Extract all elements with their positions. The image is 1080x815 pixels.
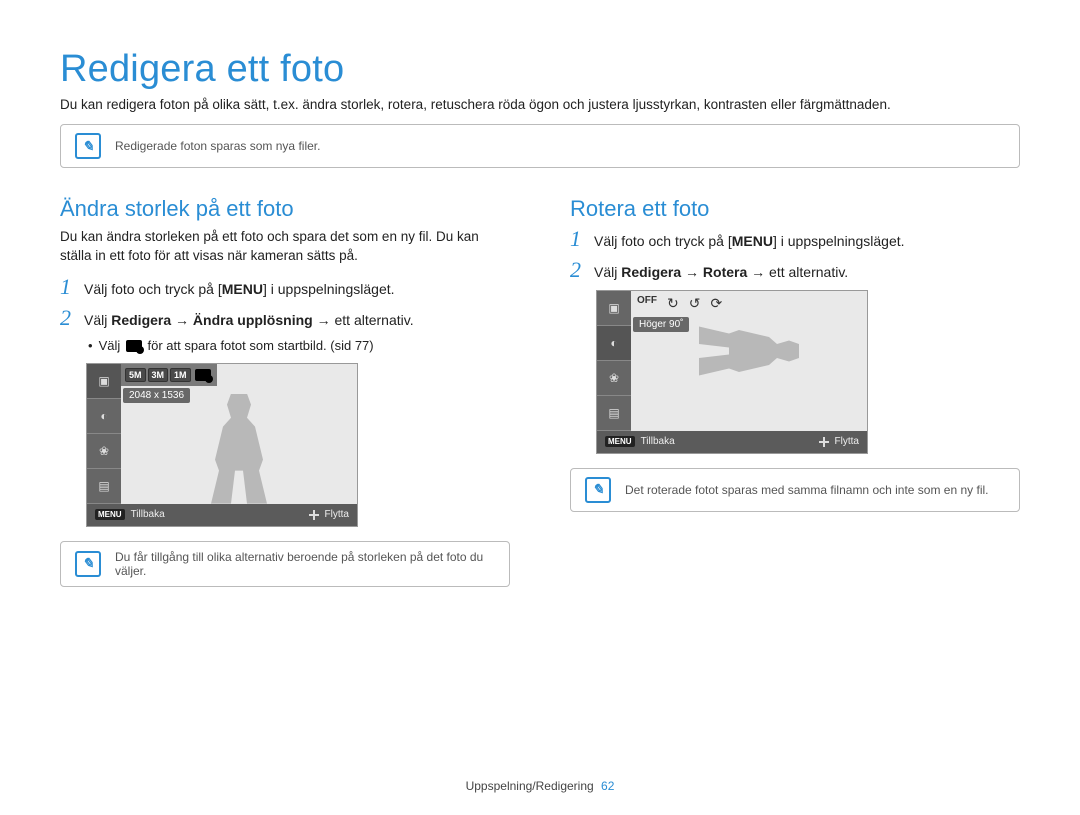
startimage-icon <box>126 340 142 352</box>
left-note: ✎ Du får tillgång till olika alternativ … <box>60 541 510 587</box>
chip: 3M <box>148 368 169 382</box>
lcd-bottombar: MENU Tillbaka Flytta <box>87 504 357 526</box>
nav-icon <box>819 437 829 447</box>
left-step-1: 1 Välj foto och tryck på [MENU] i uppspe… <box>60 276 510 299</box>
lcd-photo-area: 5M 3M 1M 2048 x 1536 <box>121 364 357 504</box>
left-step2-text: Välj Redigera → Ändra upplösning → ett a… <box>84 307 414 330</box>
top-note-text: Redigerade foton sparas som nya filer. <box>115 139 320 153</box>
sidebar-cell: ◐ <box>87 399 121 434</box>
right-step2-text: Välj Redigera → Rotera → ett alternativ. <box>594 259 848 282</box>
lcd-resize: ▣ ◐ ❀ ▤ 5M 3M 1M 2048 x 1536 <box>86 363 358 527</box>
lcd-rotate: ▣ ◐ ❀ ▤ OFF ↻ ↺ ⟳ Höger 90˚ <box>596 290 868 454</box>
top-note: ✎ Redigerade foton sparas som nya filer. <box>60 124 1020 168</box>
lcd-photo-area: OFF ↻ ↺ ⟳ Höger 90˚ <box>631 291 867 431</box>
sidebar-cell: ▤ <box>597 396 631 431</box>
lcd-tooltip: Höger 90˚ <box>633 317 689 332</box>
right-step-1: 1 Välj foto och tryck på [MENU] i uppspe… <box>570 228 1020 251</box>
lcd-topbar: 5M 3M 1M <box>121 364 217 386</box>
back-label: Tillbaka <box>641 436 675 447</box>
step-number: 1 <box>570 228 586 250</box>
left-section-desc: Du kan ändra storleken på ett foto och s… <box>60 228 510 266</box>
lcd-tooltip: 2048 x 1536 <box>123 388 190 403</box>
step-number: 1 <box>60 276 76 298</box>
lcd-bottombar: MENU Tillbaka Flytta <box>597 431 867 453</box>
rotate-off-icon: OFF <box>637 295 657 312</box>
left-section-title: Ändra storlek på ett foto <box>60 196 510 222</box>
step-number: 2 <box>60 307 76 329</box>
right-step1-text: Välj foto och tryck på [MENU] i uppspeln… <box>594 228 905 251</box>
sidebar-cell: ❀ <box>597 361 631 396</box>
menu-label: MENU <box>222 281 263 297</box>
move-label: Flytta <box>325 509 349 520</box>
sidebar-cell: ▤ <box>87 469 121 504</box>
page-footer: Uppspelning/Redigering 62 <box>0 779 1080 793</box>
footer-section: Uppspelning/Redigering <box>466 779 594 793</box>
startimage-icon <box>195 369 211 381</box>
left-bullet: Välj för att spara fotot som startbild. … <box>88 338 510 353</box>
left-column: Ändra storlek på ett foto Du kan ändra s… <box>60 196 510 615</box>
silhouette-icon <box>199 394 279 504</box>
nav-icon <box>309 510 319 520</box>
chip: 1M <box>170 368 191 382</box>
step-number: 2 <box>570 259 586 281</box>
sidebar-cell: ▣ <box>597 291 631 326</box>
rotate-right-icon: ↻ <box>667 295 679 312</box>
note-icon: ✎ <box>585 477 611 503</box>
menu-button-icon: MENU <box>605 436 635 447</box>
sidebar-cell: ▣ <box>87 364 121 399</box>
right-column: Rotera ett foto 1 Välj foto och tryck på… <box>570 196 1020 615</box>
right-note: ✎ Det roterade fotot sparas med samma fi… <box>570 468 1020 512</box>
menu-label: MENU <box>732 233 773 249</box>
right-step-2: 2 Välj Redigera → Rotera → ett alternati… <box>570 259 1020 282</box>
lcd-sidebar: ▣ ◐ ❀ ▤ <box>87 364 121 504</box>
rotate-left-icon: ↺ <box>689 295 701 312</box>
right-note-text: Det roterade fotot sparas med samma filn… <box>625 483 989 497</box>
sidebar-cell: ❀ <box>87 434 121 469</box>
rotate-icons: OFF ↻ ↺ ⟳ <box>637 295 722 312</box>
left-step1-text: Välj foto och tryck på [MENU] i uppspeln… <box>84 276 395 299</box>
page-number: 62 <box>601 779 614 793</box>
rotate-180-icon: ⟳ <box>710 295 722 312</box>
menu-button-icon: MENU <box>95 509 125 520</box>
chip: 5M <box>125 368 146 382</box>
sidebar-cell: ◐ <box>597 326 631 361</box>
right-section-title: Rotera ett foto <box>570 196 1020 222</box>
note-icon: ✎ <box>75 133 101 159</box>
lcd-sidebar: ▣ ◐ ❀ ▤ <box>597 291 631 431</box>
back-label: Tillbaka <box>131 509 165 520</box>
left-note-text: Du får tillgång till olika alternativ be… <box>115 550 495 578</box>
left-step-2: 2 Välj Redigera → Ändra upplösning → ett… <box>60 307 510 330</box>
silhouette-icon <box>699 316 799 386</box>
note-icon: ✎ <box>75 551 101 577</box>
intro-text: Du kan redigera foton på olika sätt, t.e… <box>60 97 1020 112</box>
page-title: Redigera ett foto <box>60 48 1020 91</box>
move-label: Flytta <box>835 436 859 447</box>
